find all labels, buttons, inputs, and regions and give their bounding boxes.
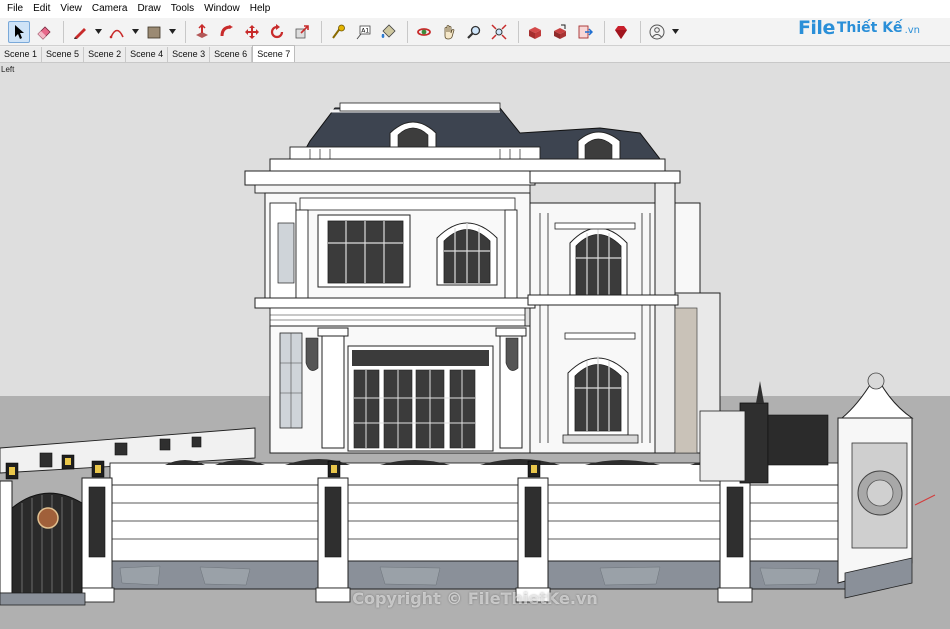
scene-tab[interactable]: Scene 1	[0, 47, 43, 62]
chevron-down-icon	[168, 29, 176, 34]
scene-tab[interactable]: Scene 3	[168, 47, 211, 62]
send-to-layout-tool-button[interactable]	[574, 21, 596, 43]
warehouse-tool-button[interactable]	[524, 21, 546, 43]
user-account-icon	[649, 24, 665, 39]
sketchup-window: File Edit View Camera Draw Tools Window …	[0, 0, 950, 629]
account-dropdown[interactable]	[671, 21, 679, 43]
menu-edit[interactable]: Edit	[28, 0, 55, 18]
toolbar-separator	[640, 20, 641, 43]
follow-me-icon	[220, 24, 233, 36]
menu-tools[interactable]: Tools	[166, 0, 199, 18]
arrow-pointer-icon	[15, 24, 24, 39]
move-tool-button[interactable]	[241, 21, 263, 43]
chevron-down-icon	[131, 29, 139, 34]
chevron-down-icon	[671, 29, 679, 34]
scene-tab-active[interactable]: Scene 7	[252, 45, 296, 62]
toolbar-separator	[63, 20, 64, 43]
arc-icon	[109, 29, 124, 38]
menu-view[interactable]: View	[55, 0, 87, 18]
push-pull-icon	[196, 23, 208, 38]
zoom-extents-tool-button[interactable]	[488, 21, 510, 43]
menu-draw[interactable]: Draw	[132, 0, 165, 18]
svg-text:A1: A1	[361, 27, 369, 34]
pencil-tool-dropdown[interactable]	[94, 21, 102, 43]
scene-tabs: Scene 1 Scene 5 Scene 2 Scene 4 Scene 3 …	[0, 45, 950, 63]
model-viewport[interactable]: Left Copyright © FileThietKe.vn	[0, 63, 950, 629]
menu-file[interactable]: File	[2, 0, 28, 18]
zoom-extents-icon	[491, 23, 507, 40]
shape-tool-dropdown[interactable]	[168, 21, 176, 43]
menu-window[interactable]: Window	[199, 0, 245, 18]
rectangle-icon	[147, 26, 161, 38]
tape-measure-tool-button[interactable]	[327, 21, 349, 43]
extension-warehouse-tool-button[interactable]	[610, 21, 632, 43]
tape-measure-icon	[332, 24, 345, 39]
scene-tab[interactable]: Scene 4	[126, 47, 169, 62]
scale-icon	[295, 24, 309, 38]
move-arrows-icon	[245, 24, 259, 39]
pan-tool-button[interactable]	[438, 21, 460, 43]
toolbar-separator	[185, 20, 186, 43]
share-model-icon	[554, 24, 566, 39]
scene-tab[interactable]: Scene 2	[84, 47, 127, 62]
paint-bucket-icon	[381, 23, 396, 38]
paint-bucket-tool-button[interactable]	[377, 21, 399, 43]
scale-tool-button[interactable]	[291, 21, 313, 43]
magnifier-icon	[467, 25, 481, 39]
toolbar-separator	[321, 20, 322, 43]
follow-me-tool-button[interactable]	[216, 21, 238, 43]
scene-tab[interactable]: Scene 6	[210, 47, 253, 62]
arc-tool-dropdown[interactable]	[131, 21, 139, 43]
menu-camera[interactable]: Camera	[87, 0, 133, 18]
rotate-tool-button[interactable]	[266, 21, 288, 43]
arc-tool-button[interactable]	[106, 21, 128, 43]
chevron-down-icon	[94, 29, 102, 34]
orbit-icon	[417, 27, 431, 36]
shape-tool-button[interactable]	[143, 21, 165, 43]
logo-wordmark: File Thiết Kế .vn	[797, 17, 920, 39]
view-label: Left	[1, 65, 15, 74]
toolbar-separator	[604, 20, 605, 43]
push-pull-tool-button[interactable]	[191, 21, 213, 43]
filethietke-logo: File Thiết Kế .vn	[798, 14, 920, 42]
ruby-gem-icon	[615, 25, 627, 39]
scene-tab[interactable]: Scene 5	[42, 47, 85, 62]
villa-model	[0, 63, 950, 629]
toolbar-separator	[518, 20, 519, 43]
3d-warehouse-icon	[529, 26, 541, 39]
share-model-tool-button[interactable]	[549, 21, 571, 43]
rotate-icon	[270, 23, 284, 38]
orbit-tool-button[interactable]	[413, 21, 435, 43]
menu-help[interactable]: Help	[245, 0, 276, 18]
eraser-icon	[37, 25, 51, 40]
pencil-tool-button[interactable]	[69, 21, 91, 43]
zoom-tool-button[interactable]	[463, 21, 485, 43]
pencil-icon	[74, 27, 86, 39]
text-tool-button[interactable]: A1	[352, 21, 374, 43]
eraser-tool-button[interactable]	[33, 21, 55, 43]
select-tool-button[interactable]	[8, 20, 30, 43]
text-label-icon: A1	[356, 25, 371, 39]
hand-icon	[444, 24, 455, 39]
toolbar-separator	[407, 20, 408, 43]
account-button[interactable]	[646, 21, 668, 43]
send-to-layout-icon	[578, 25, 593, 38]
